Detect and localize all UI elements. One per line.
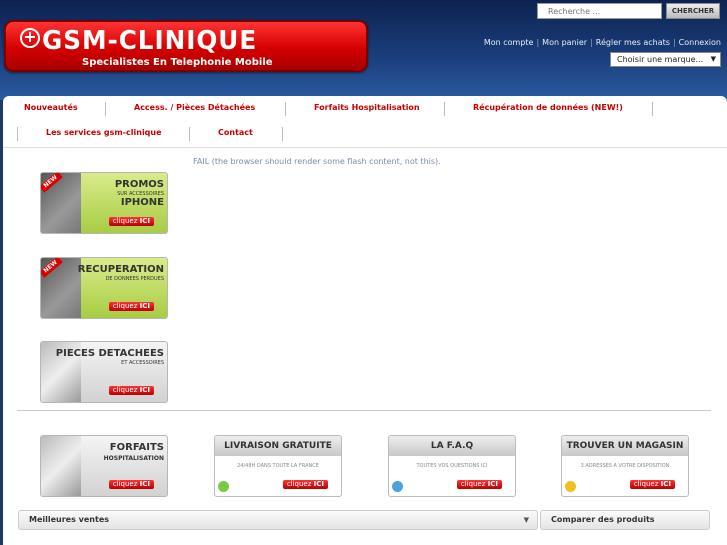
location-icon bbox=[565, 481, 576, 492]
brand-select[interactable]: Choisir une marque... ▼ bbox=[610, 52, 721, 67]
promo-banner-pieces[interactable]: PIECES DETACHEES ET ACCESSOIRES cliquez … bbox=[40, 341, 168, 403]
nav-item-contact[interactable]: Contact bbox=[218, 128, 253, 138]
banner-faq[interactable]: LA F.A.Q TOUTES VOS QUESTIONS ICI clique… bbox=[388, 435, 516, 497]
my-account-link[interactable]: Mon compte bbox=[484, 38, 534, 47]
promo-banner-iphone[interactable]: NEW PROMOS SUR ACCESSOIRES IPHONE clique… bbox=[40, 172, 168, 234]
plus-icon: + bbox=[20, 28, 40, 48]
banner-forfaits[interactable]: FORFAITS HOSPITALISATION cliquez ICI bbox=[40, 435, 168, 497]
main-nav: Nouveautés Access. / Pièces Détachées Fo… bbox=[3, 96, 727, 148]
click-here-button[interactable]: cliquez ICI bbox=[108, 217, 154, 226]
click-here-button[interactable]: cliquez ICI bbox=[108, 386, 154, 395]
divider bbox=[17, 410, 711, 411]
click-here-button[interactable]: cliquez ICI bbox=[108, 302, 154, 311]
main-content: Nouveautés Access. / Pièces Détachées Fo… bbox=[3, 96, 727, 545]
nav-item-nouveautes[interactable]: Nouveautés bbox=[24, 103, 78, 113]
search-input[interactable] bbox=[537, 3, 662, 19]
chevron-down-icon: ▼ bbox=[710, 55, 716, 63]
search-button[interactable]: CHERCHER bbox=[666, 3, 720, 19]
doctor-image bbox=[41, 436, 81, 496]
banner-magasin[interactable]: TROUVER UN MAGASIN 3 ADRESSES A VOTRE DI… bbox=[561, 435, 689, 497]
logo-name: GSM-CLINIQUE bbox=[42, 26, 258, 56]
my-cart-link[interactable]: Mon panier bbox=[542, 38, 587, 47]
logo-tagline: Specialistes En Telephonie Mobile bbox=[82, 57, 273, 68]
brand-select-value: Choisir une marque... bbox=[617, 55, 704, 64]
compare-products-box[interactable]: Comparer des produits bbox=[540, 510, 710, 530]
truck-icon bbox=[218, 481, 229, 492]
chevron-down-icon: ▼ bbox=[523, 516, 529, 524]
click-here-button[interactable]: cliquez ICI bbox=[108, 480, 154, 489]
banner-livraison[interactable]: LIVRAISON GRATUITE 24/48H DANS TOUTE LA … bbox=[214, 435, 342, 497]
nav-item-recuperation[interactable]: Récupération de données (NEW!) bbox=[473, 103, 623, 113]
question-icon bbox=[392, 481, 403, 492]
best-sellers-dropdown[interactable]: Meilleures ventes ▼ bbox=[18, 510, 538, 530]
click-here-button[interactable]: cliquez ICI bbox=[282, 480, 328, 489]
nav-item-accessoires[interactable]: Access. / Pièces Détachées bbox=[134, 103, 255, 113]
account-links: Mon compte | Mon panier | Régler mes achats |… bbox=[483, 38, 721, 47]
flash-fallback-text: FAIL (the browser should render some fla… bbox=[193, 157, 441, 166]
nav-item-forfaits[interactable]: Forfaits Hospitalisation bbox=[314, 103, 420, 113]
promo-banner-recuperation[interactable]: NEW RECUPERATION DE DONNEES PERDUES cliq… bbox=[40, 257, 168, 319]
checkout-link[interactable]: Régler mes achats bbox=[596, 38, 670, 47]
nav-item-services[interactable]: Les services gsm-clinique bbox=[46, 128, 162, 138]
click-here-button[interactable]: cliquez ICI bbox=[629, 480, 675, 489]
login-link[interactable]: Connexion bbox=[679, 38, 721, 47]
site-logo[interactable]: + GSM-CLINIQUE Specialistes En Telephoni… bbox=[4, 20, 368, 72]
click-here-button[interactable]: cliquez ICI bbox=[456, 480, 502, 489]
